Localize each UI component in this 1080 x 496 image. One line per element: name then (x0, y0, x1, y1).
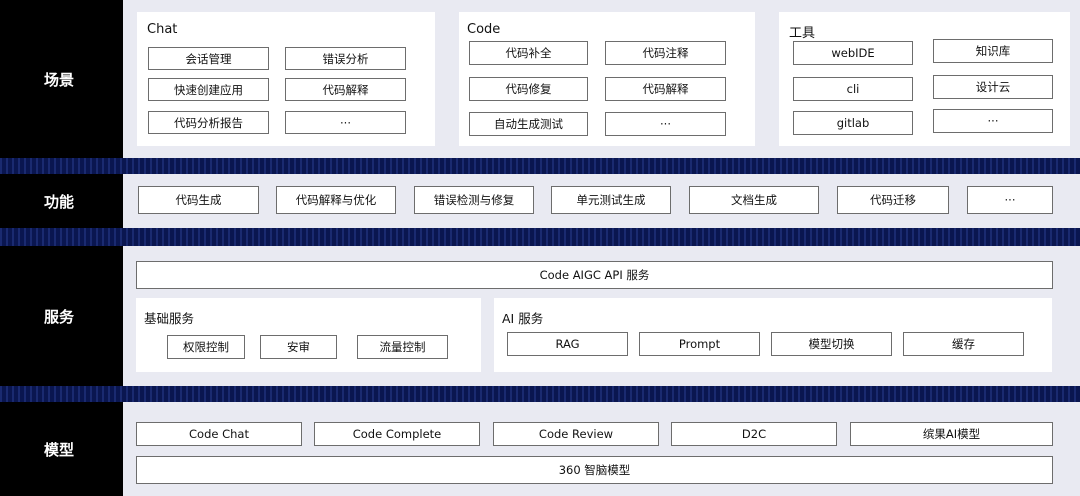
function-item: ··· (967, 186, 1053, 214)
scenario-item: 代码解释 (605, 77, 726, 101)
scenario-item: ··· (605, 112, 726, 136)
basic-services-title: 基础服务 (144, 311, 195, 326)
chat-card-title: Chat (147, 22, 178, 37)
service-item: Prompt (639, 332, 760, 356)
scenario-item: gitlab (793, 111, 913, 135)
model-item: Code Review (493, 422, 659, 446)
row-label-services: 服务 (44, 307, 75, 326)
service-item: 缓存 (903, 332, 1024, 356)
api-service-bar: Code AIGC API 服务 (136, 261, 1053, 289)
model-item: 缤果AI模型 (850, 422, 1053, 446)
service-item: 安审 (260, 335, 337, 359)
function-item: 单元测试生成 (551, 186, 671, 214)
service-item: 权限控制 (167, 335, 245, 359)
scenario-item: 代码解释 (285, 78, 406, 101)
scenario-item: ··· (285, 111, 406, 134)
code-card-title: Code (467, 22, 501, 37)
scenario-item: ··· (933, 109, 1053, 133)
model-item: Code Chat (136, 422, 302, 446)
scenario-item: 快速创建应用 (148, 78, 269, 101)
function-item: 文档生成 (689, 186, 819, 214)
row-label-functions: 功能 (44, 192, 75, 211)
tools-card-title: 工具 (789, 26, 816, 41)
scenario-item: 自动生成测试 (469, 112, 588, 136)
ai-services-title: AI 服务 (502, 311, 544, 326)
scenario-item: 代码注释 (605, 41, 726, 65)
base-model-bar: 360 智脑模型 (136, 456, 1053, 484)
scenario-item: 代码补全 (469, 41, 588, 65)
divider-stripe (0, 158, 1080, 174)
function-item: 代码迁移 (837, 186, 949, 214)
scenario-item: 代码分析报告 (148, 111, 269, 134)
scenario-item: 错误分析 (285, 47, 406, 70)
divider-stripe (0, 386, 1080, 402)
scenario-item: 知识库 (933, 39, 1053, 63)
function-item: 错误检测与修复 (414, 186, 534, 214)
function-item: 代码解释与优化 (276, 186, 396, 214)
scenario-item: 会话管理 (148, 47, 269, 70)
scenario-item: 代码修复 (469, 77, 588, 101)
scenario-item: webIDE (793, 41, 913, 65)
model-item: Code Complete (314, 422, 480, 446)
function-item: 代码生成 (138, 186, 259, 214)
row-label-scenarios: 场景 (44, 70, 75, 89)
divider-stripe (0, 228, 1080, 246)
row-label-models: 模型 (44, 440, 75, 459)
service-item: RAG (507, 332, 628, 356)
service-item: 流量控制 (357, 335, 448, 359)
scenario-item: 设计云 (933, 75, 1053, 99)
model-item: D2C (671, 422, 837, 446)
service-item: 模型切换 (771, 332, 892, 356)
scenario-item: cli (793, 77, 913, 101)
